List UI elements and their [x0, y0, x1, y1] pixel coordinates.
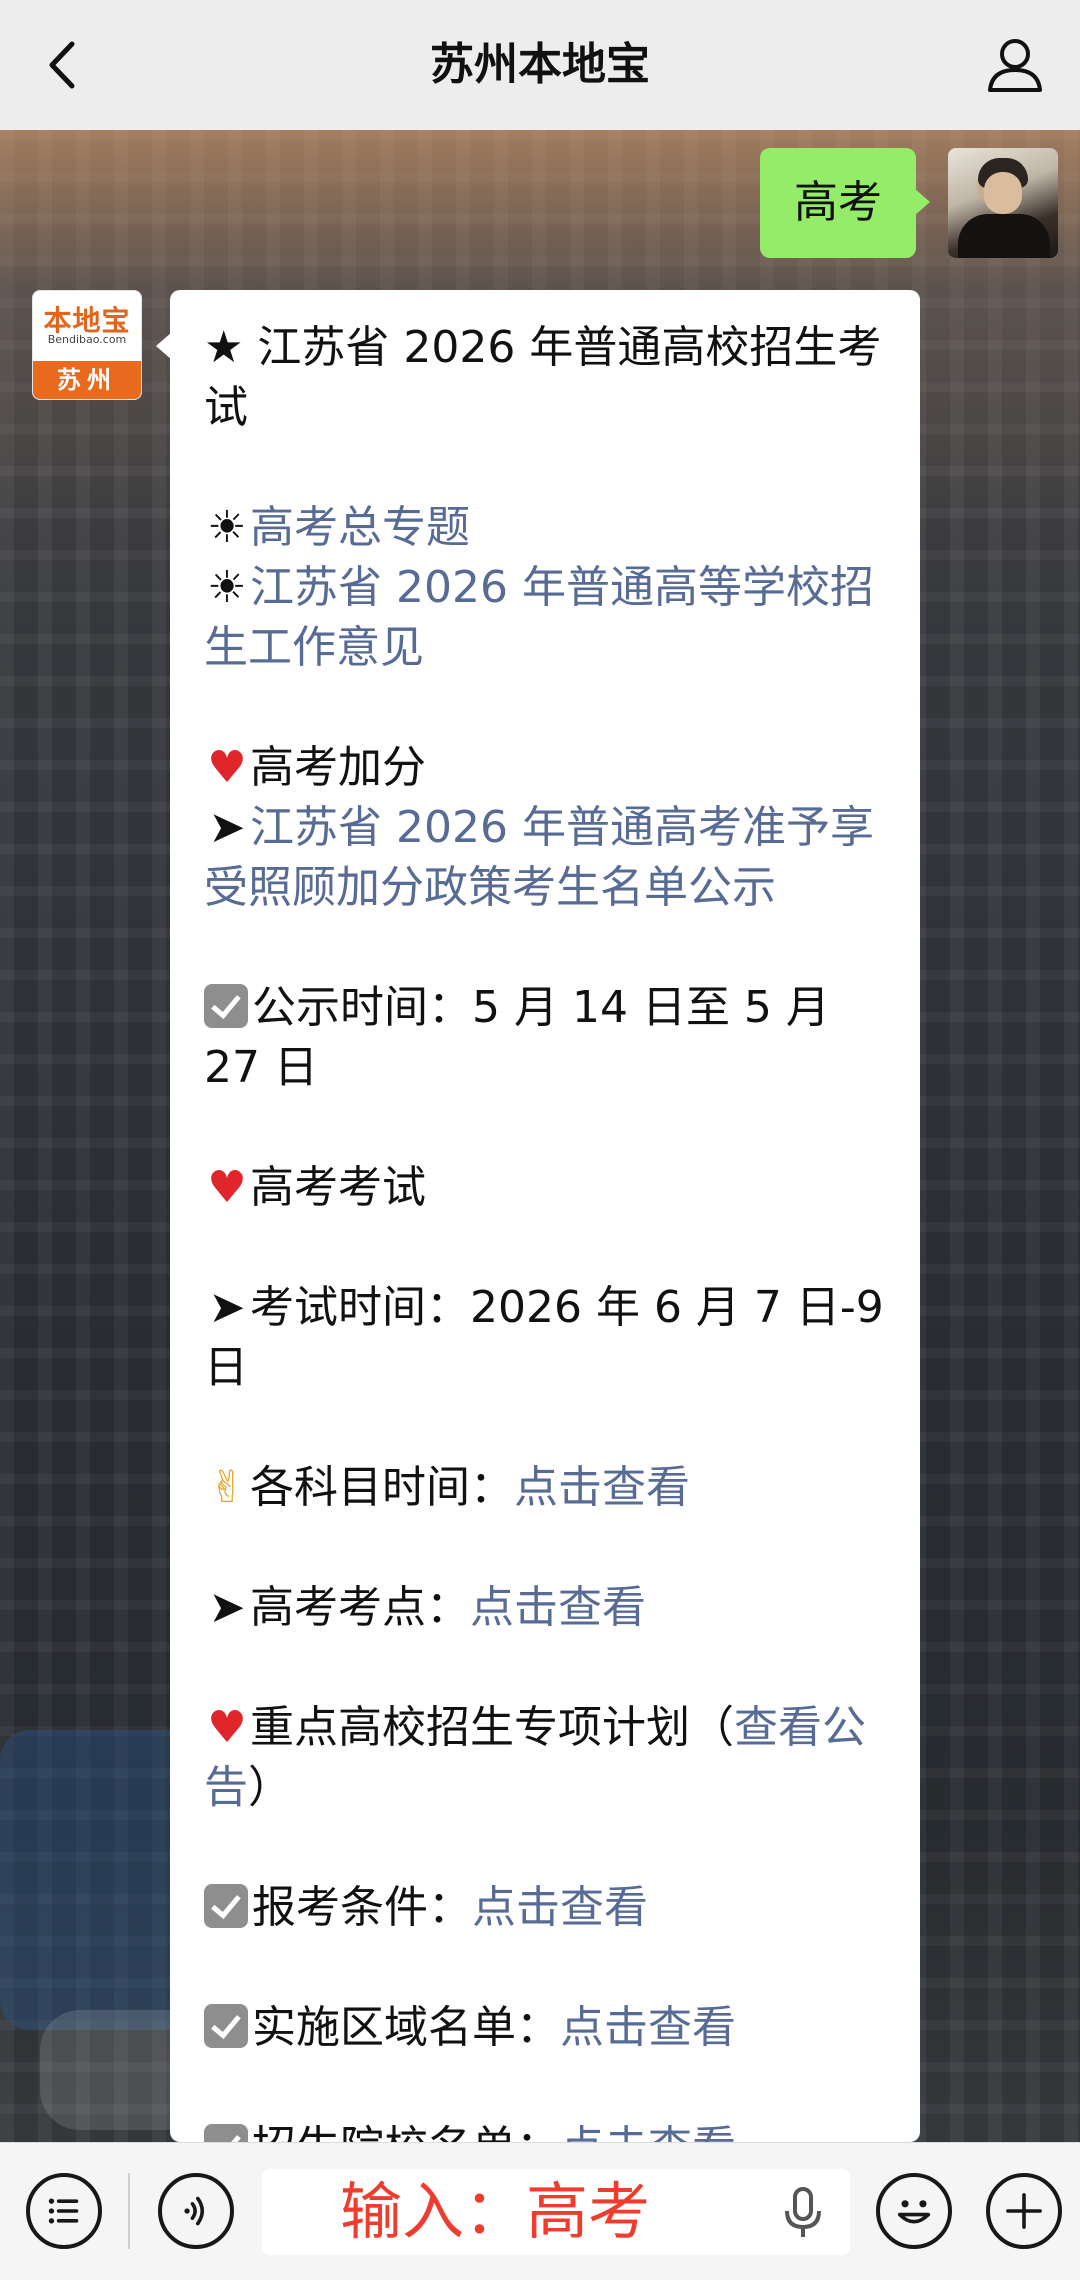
bendibao-logo-city: 苏州: [33, 361, 141, 399]
conditions-label: 报考条件：: [252, 1882, 472, 1933]
arrow-icon: ➤: [208, 802, 246, 853]
opinion-link[interactable]: 江苏省 2026 年普通高等学校招生工作意见: [204, 562, 874, 673]
victory-hand-icon: ✌: [208, 1462, 246, 1513]
back-icon[interactable]: [30, 30, 100, 100]
sun-icon: ☀: [207, 502, 247, 553]
input-text: 输入：高考: [340, 2175, 651, 2248]
checkbox-icon: [204, 2124, 248, 2142]
menu-list-icon[interactable]: [26, 2173, 102, 2249]
checkbox-icon: [204, 2004, 248, 2048]
schools-link[interactable]: 点击查看: [560, 2122, 736, 2142]
conditions-link[interactable]: 点击查看: [472, 1882, 648, 1933]
sites-link[interactable]: 点击查看: [470, 1582, 646, 1633]
input-bar: 输入：高考: [0, 2142, 1080, 2280]
emoji-icon[interactable]: [876, 2173, 952, 2249]
announce-time: 公示时间：5 月 14 日至 5 月 27 日: [204, 982, 830, 1093]
message-headline: ★ 江苏省 2026 年普通高校招生考试: [204, 322, 882, 433]
exam-heading: 高考考试: [250, 1162, 426, 1213]
user-profile-icon[interactable]: [980, 30, 1050, 100]
heart-icon: ♥: [207, 1162, 247, 1213]
bot-avatar[interactable]: 本地宝 Bendibao.com 苏州: [32, 290, 142, 400]
sites-label: 高考考点：: [250, 1582, 470, 1633]
sun-icon: ☀: [207, 562, 247, 613]
microphone-icon[interactable]: [778, 2185, 828, 2241]
subjects-label: 各科目时间：: [250, 1462, 514, 1513]
bot-message-bubble: ★ 江苏省 2026 年普通高校招生考试 ☀高考总专题 ☀江苏省 2026 年普…: [170, 290, 920, 2142]
divider: [128, 2173, 130, 2249]
schools-label: 招生院校名单：: [252, 2122, 560, 2142]
area-link[interactable]: 点击查看: [560, 2002, 736, 2053]
bendibao-logo-sub: Bendibao.com: [47, 333, 127, 346]
top-bar: 苏州本地宝: [0, 0, 1080, 131]
heart-icon: ♥: [207, 1702, 247, 1753]
area-label: 实施区域名单：: [252, 2002, 560, 2053]
arrow-icon: ➤: [208, 1282, 246, 1333]
plan-close: ）: [248, 1762, 292, 1813]
checkbox-icon: [204, 1884, 248, 1928]
plan-label: 重点高校招生专项计划（: [250, 1702, 734, 1753]
message-input[interactable]: 输入：高考: [262, 2169, 850, 2255]
subjects-link[interactable]: 点击查看: [514, 1462, 690, 1513]
bonus-heading: 高考加分: [250, 742, 426, 793]
page-title: 苏州本地宝: [430, 39, 650, 90]
exam-time: 考试时间：2026 年 6 月 7 日-9 日: [204, 1282, 884, 1393]
user-avatar[interactable]: [948, 148, 1058, 258]
bonus-list-link[interactable]: 江苏省 2026 年普通高考准予享受照顾加分政策考生名单公示: [204, 802, 874, 913]
user-message-bubble[interactable]: 高考: [760, 148, 930, 258]
add-icon[interactable]: [986, 2173, 1062, 2249]
arrow-icon: ➤: [208, 1582, 246, 1633]
topic-link[interactable]: 高考总专题: [250, 502, 470, 553]
checkbox-icon: [204, 984, 248, 1028]
heart-icon: ♥: [207, 742, 247, 793]
voice-input-icon[interactable]: [158, 2173, 234, 2249]
